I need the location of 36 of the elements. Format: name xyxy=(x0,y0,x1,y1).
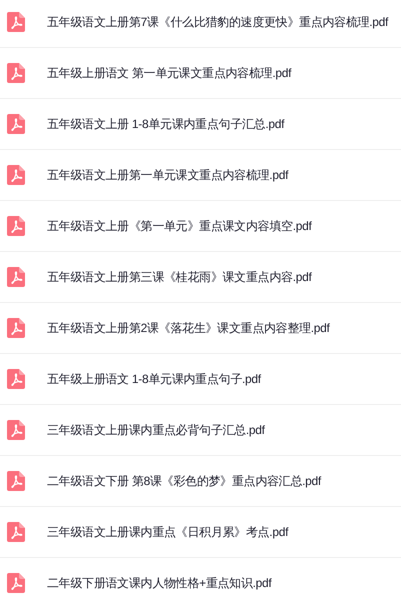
file-name: 五年级语文上册 1-8单元课内重点句子汇总.pdf xyxy=(47,116,284,133)
file-row[interactable]: 五年级语文上册第2课《落花生》课文重点内容整理.pdf xyxy=(0,303,401,354)
file-row[interactable]: 二年级语文下册 第8课《彩色的梦》重点内容汇总.pdf xyxy=(0,456,401,507)
file-row[interactable]: 五年级语文上册 1-8单元课内重点句子汇总.pdf xyxy=(0,99,401,150)
file-row[interactable]: 五年级上册语文 第一单元课文重点内容梳理.pdf xyxy=(0,48,401,99)
file-name: 三年级语文上册课内重点必背句子汇总.pdf xyxy=(47,422,265,439)
file-name: 五年级语文上册第一单元课文重点内容梳理.pdf xyxy=(47,167,288,184)
pdf-file-icon xyxy=(7,318,25,338)
pdf-file-icon xyxy=(7,471,25,491)
file-row[interactable]: 五年级语文上册第一单元课文重点内容梳理.pdf xyxy=(0,150,401,201)
file-row[interactable]: 三年级语文上册课内重点必背句子汇总.pdf xyxy=(0,405,401,456)
pdf-file-icon xyxy=(7,12,25,32)
file-row[interactable]: 二年级下册语文课内人物性格+重点知识.pdf xyxy=(0,558,401,605)
file-name: 五年级语文上册《第一单元》重点课文内容填空.pdf xyxy=(47,218,312,235)
pdf-file-icon xyxy=(7,114,25,134)
file-name: 二年级下册语文课内人物性格+重点知识.pdf xyxy=(47,575,272,592)
file-row[interactable]: 五年级语文上册第7课《什么比猎豹的速度更快》重点内容梳理.pdf xyxy=(0,0,401,48)
pdf-file-icon xyxy=(7,165,25,185)
pdf-file-icon xyxy=(7,420,25,440)
file-name: 二年级语文下册 第8课《彩色的梦》重点内容汇总.pdf xyxy=(47,473,321,490)
pdf-file-icon xyxy=(7,267,25,287)
file-name: 五年级上册语文 第一单元课文重点内容梳理.pdf xyxy=(47,65,292,82)
file-row[interactable]: 五年级上册语文 1-8单元课内重点句子.pdf xyxy=(0,354,401,405)
file-name: 五年级语文上册第7课《什么比猎豹的速度更快》重点内容梳理.pdf xyxy=(47,14,388,31)
pdf-file-icon xyxy=(7,573,25,593)
pdf-file-icon xyxy=(7,63,25,83)
pdf-file-icon xyxy=(7,216,25,236)
file-name: 三年级语文上册课内重点《日积月累》考点.pdf xyxy=(47,524,288,541)
file-row[interactable]: 三年级语文上册课内重点《日积月累》考点.pdf xyxy=(0,507,401,558)
pdf-file-icon xyxy=(7,369,25,389)
file-name: 五年级语文上册第2课《落花生》课文重点内容整理.pdf xyxy=(47,320,330,337)
file-row[interactable]: 五年级语文上册《第一单元》重点课文内容填空.pdf xyxy=(0,201,401,252)
file-name: 五年级语文上册第三课《桂花雨》课文重点内容.pdf xyxy=(47,269,312,286)
file-name: 五年级上册语文 1-8单元课内重点句子.pdf xyxy=(47,371,261,388)
file-row[interactable]: 五年级语文上册第三课《桂花雨》课文重点内容.pdf xyxy=(0,252,401,303)
pdf-file-icon xyxy=(7,522,25,542)
